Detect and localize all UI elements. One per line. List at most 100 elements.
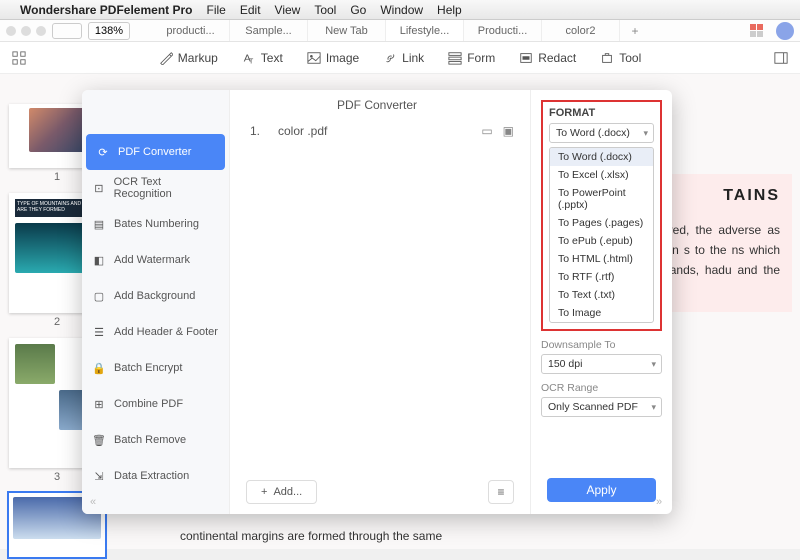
markup-button[interactable]: Markup [159,51,218,65]
menu-file[interactable]: File [207,3,226,17]
sidebar-item-label: PDF Converter [118,146,191,158]
format-option-powerpoint[interactable]: To PowerPoint (.pptx) [550,184,653,214]
sidebar-item-background[interactable]: ▢ Add Background [82,278,229,314]
file-row[interactable]: 1. color .pdf ▭ ▣ [246,122,514,140]
modal-sidebar: ⟳ PDF Converter ⊡ OCR Text Recognition ▤ Ba… [82,90,230,514]
plus-icon: + [261,486,267,498]
zoom-selector[interactable]: 138% [88,22,130,40]
sidebar-item-label: Add Header & Footer [114,326,218,338]
link-label: Link [402,51,424,65]
menu-tool[interactable]: Tool [314,3,336,17]
watermark-icon: ◧ [92,253,106,267]
format-select[interactable]: To Word (.docx) [549,123,654,143]
menu-edit[interactable]: Edit [240,3,261,17]
layout-grid-icon[interactable] [12,51,26,65]
text-button[interactable]: ATText [242,51,283,65]
avatar[interactable] [776,22,794,40]
format-option-html[interactable]: To HTML (.html) [550,250,653,268]
form-button[interactable]: Form [448,51,495,65]
window-controls[interactable] [6,26,46,36]
panel-toggle-icon[interactable] [774,51,788,65]
rightpanel-collapse-icon[interactable]: « [656,496,662,508]
format-option-rtf[interactable]: To RTF (.rtf) [550,268,653,286]
downsample-label: Downsample To [541,339,662,351]
bates-icon: ▤ [92,217,106,231]
ocr-icon: ⊡ [92,181,106,195]
format-label: FORMAT [549,107,654,119]
sidebar-item-batch-remove[interactable]: 🗑 Batch Remove [82,422,229,458]
redact-button[interactable]: Redact [519,51,576,65]
sidebar-item-label: Add Background [114,290,195,302]
convert-icon: ⟳ [96,145,110,159]
app-grid-icon[interactable] [750,24,764,38]
document-tabs: producti... Sample... New Tab Lifestyle.… [152,20,744,41]
menu-help[interactable]: Help [437,3,462,17]
file-name: color .pdf [278,124,463,138]
tool-button[interactable]: Tool [600,51,641,65]
sidebar-item-encrypt[interactable]: 🔒 Batch Encrypt [82,350,229,386]
combine-icon: ⊞ [92,397,106,411]
modal-right-panel: FORMAT To Word (.docx) To Word (.docx) T… [530,90,672,514]
extract-icon: ⇲ [92,469,106,483]
format-highlight-box: FORMAT To Word (.docx) To Word (.docx) T… [541,100,662,331]
file-index: 1. [246,124,260,138]
macos-menubar: Wondershare PDFelement Pro File Edit Vie… [0,0,800,20]
tab-2[interactable]: New Tab [308,20,386,41]
file-settings-icon[interactable]: ▣ [503,124,514,138]
sidebar-item-watermark[interactable]: ◧ Add Watermark [82,242,229,278]
format-option-text[interactable]: To Text (.txt) [550,286,653,304]
sidebar-item-combine[interactable]: ⊞Combine PDF [82,386,229,422]
add-label: Add... [273,486,302,498]
format-option-excel[interactable]: To Excel (.xlsx) [550,166,653,184]
list-menu-button[interactable]: ≡ [488,480,514,504]
tab-0[interactable]: producti... [152,20,230,41]
downsample-select[interactable]: 150 dpi [541,354,662,374]
sidebar-item-pdf-converter[interactable]: ⟳ PDF Converter [86,134,225,170]
ocr-range-select[interactable]: Only Scanned PDF [541,397,662,417]
format-option-pages[interactable]: To Pages (.pages) [550,214,653,232]
sidebar-item-label: OCR Text Recognition [114,176,219,200]
window-tabbar: 138% producti... Sample... New Tab Lifes… [0,20,800,42]
sidebar-item-label: Bates Numbering [114,218,199,230]
sidebar-item-ocr[interactable]: ⊡ OCR Text Recognition [82,170,229,206]
link-button[interactable]: Link [383,51,424,65]
new-tab-button[interactable]: + [620,20,650,41]
file-output-icon[interactable]: ▭ [481,124,492,138]
sidebar-item-label: Batch Encrypt [114,362,182,374]
sidebar-item-label: Batch Remove [114,434,186,446]
markup-label: Markup [178,51,218,65]
thumbnail-toggle-icon[interactable] [52,23,82,39]
trash-icon: 🗑 [92,433,106,447]
image-label: Image [326,51,359,65]
format-option-word[interactable]: To Word (.docx) [550,148,653,166]
lock-icon: 🔒 [92,361,106,375]
apply-button[interactable]: Apply [547,478,656,502]
svg-text:T: T [249,58,254,65]
menu-view[interactable]: View [275,3,301,17]
form-label: Form [467,51,495,65]
format-option-image[interactable]: To Image [550,304,653,322]
modal-mainpane: 1. color .pdf ▭ ▣ + Add... ≡ [230,90,530,514]
tab-3[interactable]: Lifestyle... [386,20,464,41]
add-file-button[interactable]: + Add... [246,480,317,504]
sidebar-item-header-footer[interactable]: ☰ Add Header & Footer [82,314,229,350]
ocr-range-label: OCR Range [541,382,662,394]
tab-1[interactable]: Sample... [230,20,308,41]
format-option-epub[interactable]: To ePub (.epub) [550,232,653,250]
sidebar-item-label: Data Extraction [114,470,189,482]
tab-4[interactable]: Producti... [464,20,542,41]
menu-go[interactable]: Go [350,3,366,17]
pdf-converter-modal: PDF Converter ⟳ PDF Converter ⊡ OCR Text R… [82,90,672,514]
format-dropdown: To Word (.docx) To Excel (.xlsx) To Powe… [549,147,654,323]
sidebar-item-bates[interactable]: ▤ Bates Numbering [82,206,229,242]
menu-window[interactable]: Window [380,3,423,17]
text-label: Text [261,51,283,65]
sidebar-item-label: Add Watermark [114,254,190,266]
image-button[interactable]: Image [307,51,359,65]
tool-label: Tool [619,51,641,65]
header-footer-icon: ☰ [92,325,106,339]
sidebar-item-data-extraction[interactable]: ⇲ Data Extraction [82,458,229,494]
sidebar-collapse-icon[interactable]: « [90,496,96,508]
tab-5[interactable]: color2 [542,20,620,41]
background-icon: ▢ [92,289,106,303]
